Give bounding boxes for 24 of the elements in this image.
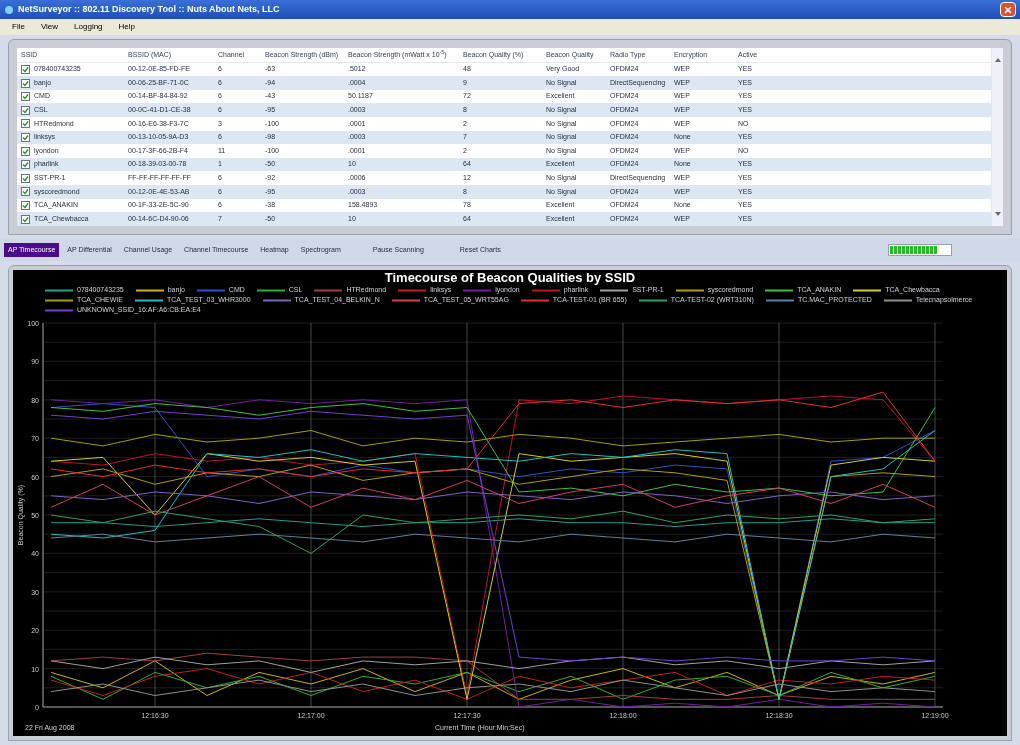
close-icon [1004,5,1012,14]
menu-item[interactable]: Help [118,21,136,33]
scrollbar[interactable] [991,48,1003,226]
menu-item[interactable]: Logging [74,21,103,33]
checkbox[interactable] [21,173,30,183]
window-title: NetSurveyor :: 802.11 Discovery Tool :: Nuts About Nets, LLC [18,2,280,16]
checkbox[interactable] [21,132,30,142]
checkbox[interactable] [21,187,30,197]
checkbox[interactable] [21,119,30,129]
scroll-down-icon [994,212,1001,216]
checkbox[interactable] [21,146,30,156]
scroll-up-icon [994,58,1001,62]
checkbox[interactable] [21,214,30,224]
app-icon [4,4,14,15]
checkbox[interactable] [21,92,30,102]
checkbox[interactable] [21,160,30,170]
checkbox[interactable] [21,64,30,74]
chart-title: Timecourse of Beacon Qualities by SSID [383,270,637,285]
menu-item[interactable]: File [12,21,25,33]
close-button[interactable] [1000,2,1016,17]
checkbox[interactable] [21,201,30,210]
checkbox[interactable] [21,78,30,88]
menu-item[interactable]: View [40,21,59,33]
checkbox[interactable] [21,105,30,115]
